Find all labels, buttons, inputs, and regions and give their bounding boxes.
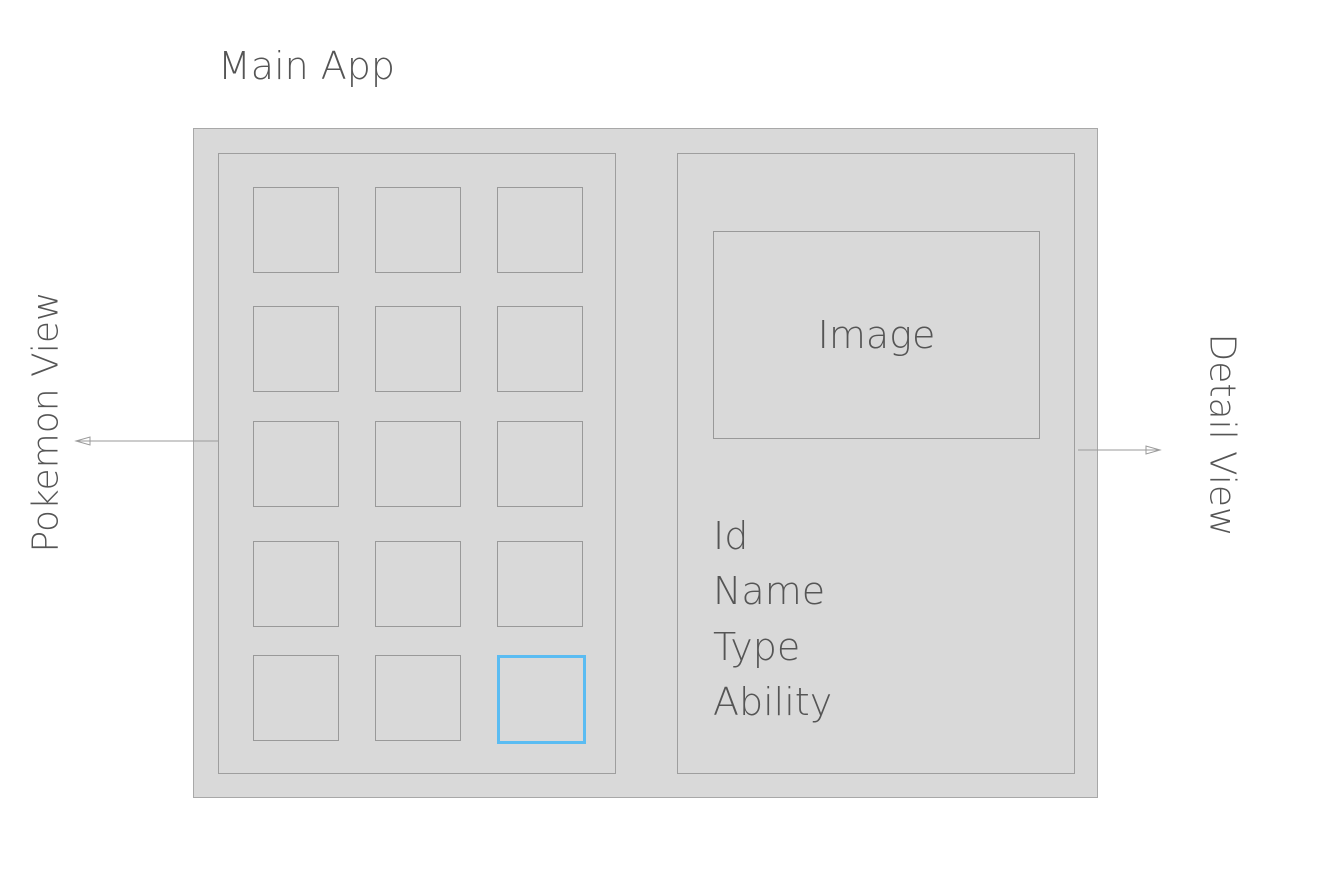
- detail-view-label: Detail View: [1201, 333, 1243, 537]
- connector-arrows: [74, 436, 1162, 455]
- pokemon-view-label: Pokemon View: [25, 291, 67, 553]
- detail-view-arrow: [1078, 445, 1162, 455]
- pokemon-view-arrow: [74, 436, 218, 446]
